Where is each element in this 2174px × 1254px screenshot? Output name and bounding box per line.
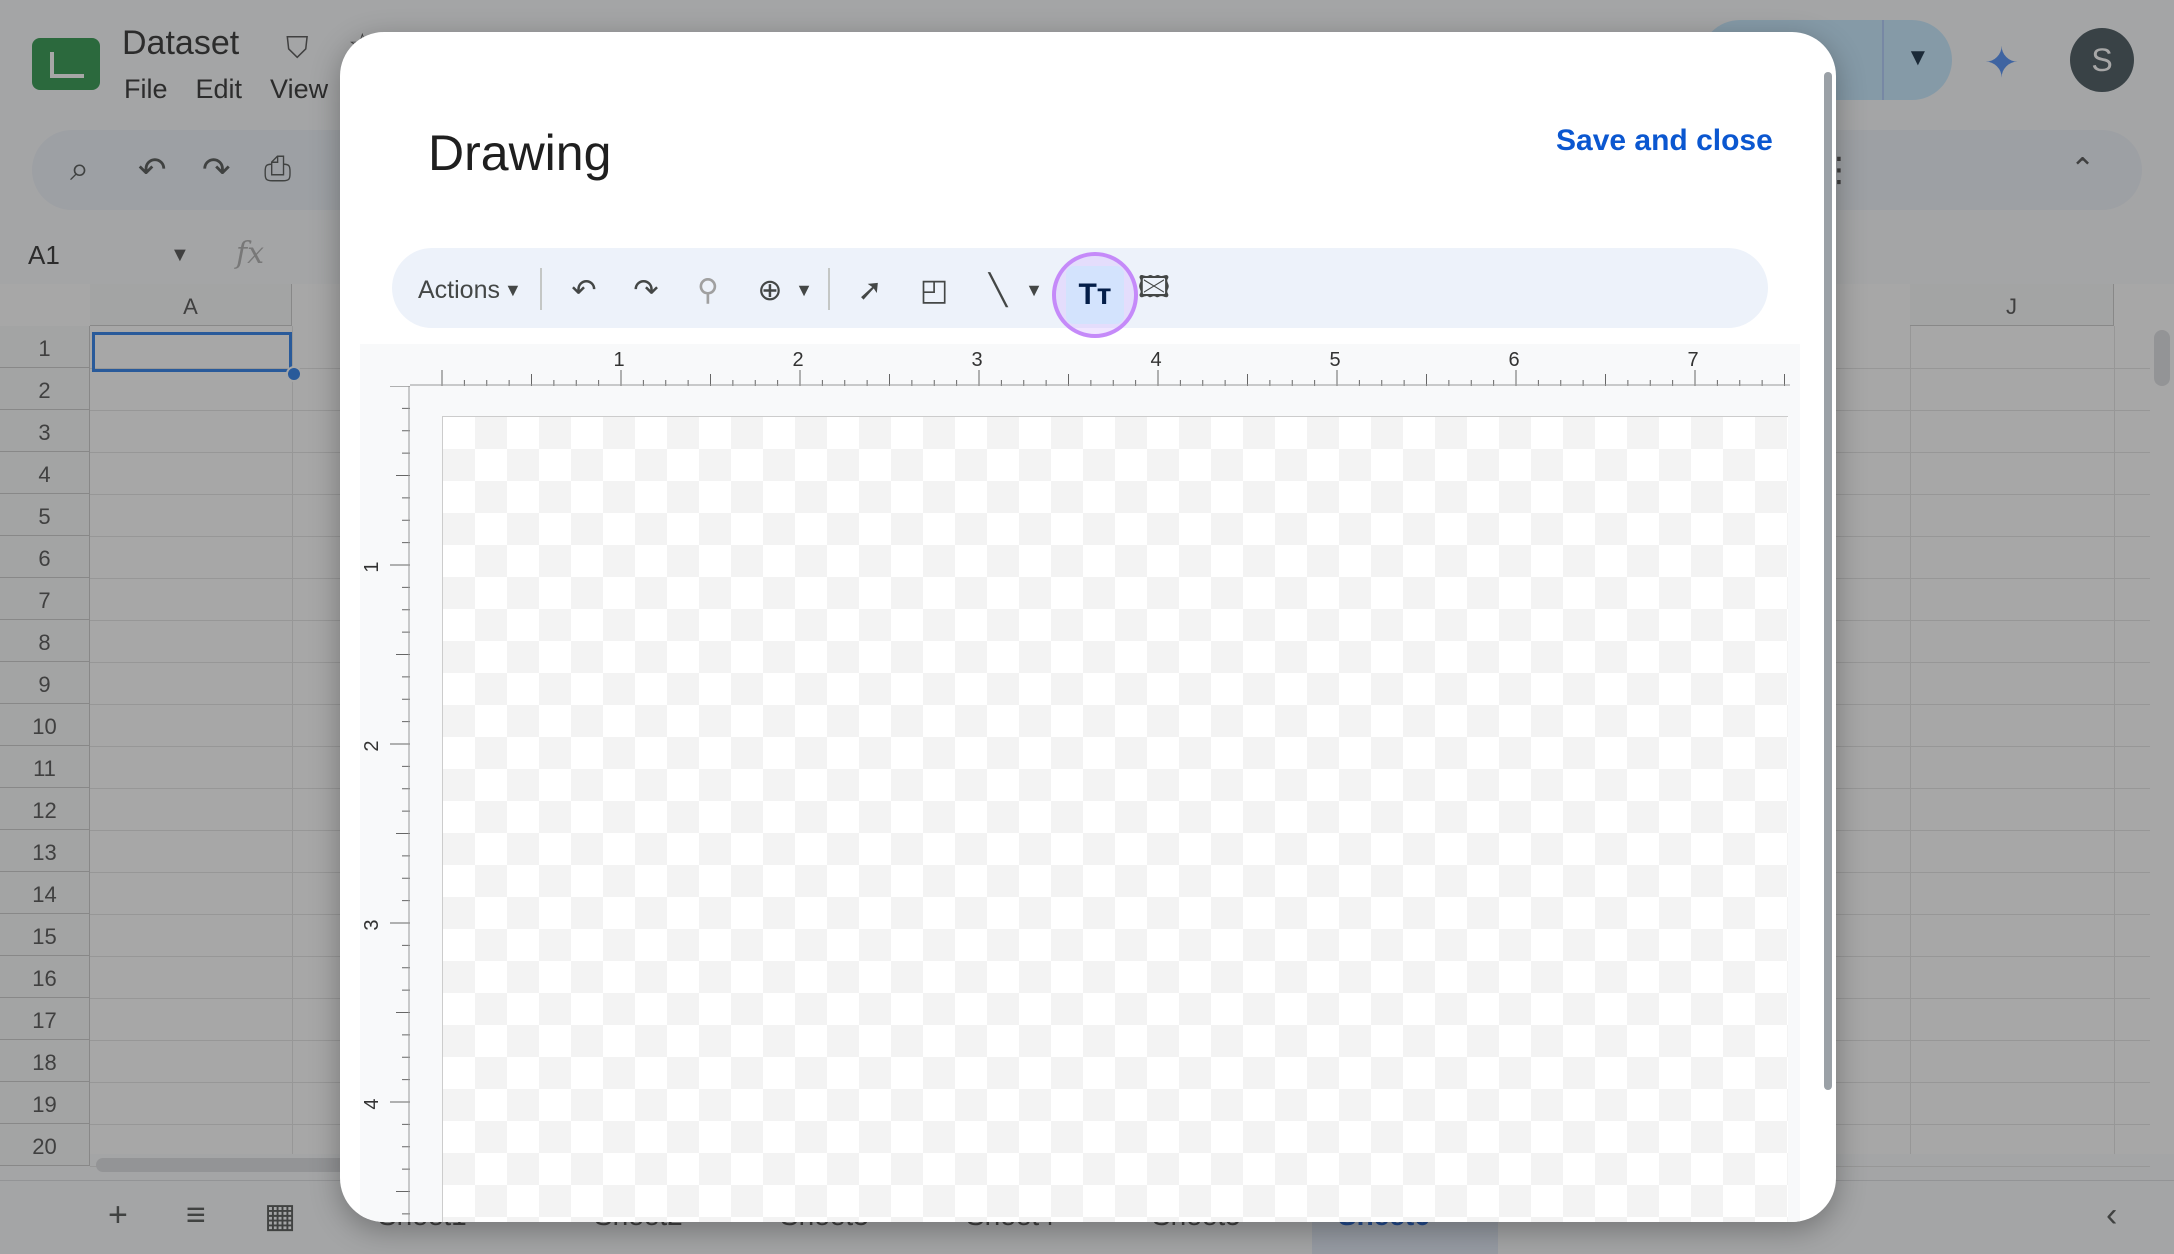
ruler-label: 3 — [361, 919, 383, 930]
image-icon[interactable]: 🖾 — [1132, 270, 1176, 310]
ruler-label: 5 — [1329, 349, 1340, 371]
ruler-label: 4 — [361, 1098, 383, 1109]
ruler-label: 6 — [1508, 349, 1519, 371]
save-and-close-button[interactable]: Save and close — [1556, 124, 1773, 158]
caret-down-icon: ▼ — [503, 279, 522, 300]
ruler-label: 2 — [361, 740, 383, 751]
vertical-ruler: 1 2 3 4 — [361, 386, 410, 1222]
ruler-label: 1 — [361, 561, 383, 572]
drawing-dialog: Drawing Save and close Actions ▼ ↶ ↷ ⚲ ⊕… — [340, 32, 1836, 1222]
zoom-icon[interactable]: ⊕ — [748, 270, 792, 310]
toolbar-separator — [828, 268, 830, 310]
horizontal-ruler: 1 2 3 4 5 6 7 — [410, 349, 1790, 386]
drawing-canvas-area: 1 2 3 4 5 6 7 1 2 3 4 — [360, 344, 1800, 1222]
actions-menu-button[interactable]: Actions ▼ — [418, 270, 522, 310]
line-icon[interactable]: ╲ — [976, 270, 1020, 310]
ruler-label: 2 — [792, 349, 803, 371]
redo-icon[interactable]: ↷ — [624, 270, 668, 310]
dialog-scrollbar[interactable] — [1824, 72, 1832, 1090]
ruler-label: 3 — [971, 349, 982, 371]
paint-format-icon[interactable]: ⚲ — [686, 270, 730, 310]
ruler-label: 1 — [613, 349, 624, 371]
undo-icon[interactable]: ↶ — [562, 270, 606, 310]
toolbar-separator — [540, 268, 542, 310]
shape-icon[interactable]: ◰ — [912, 270, 956, 310]
select-icon[interactable]: ➚ — [848, 270, 892, 310]
line-dropdown-icon[interactable]: ▼ — [1022, 270, 1046, 310]
zoom-dropdown-icon[interactable]: ▼ — [792, 270, 816, 310]
actions-label: Actions — [418, 275, 500, 304]
drawing-canvas[interactable] — [442, 416, 1788, 1222]
textbox-icon[interactable]: Tт — [1066, 266, 1124, 324]
ruler-label: 7 — [1687, 349, 1698, 371]
dialog-title: Drawing — [428, 125, 612, 181]
ruler-label: 4 — [1150, 349, 1161, 371]
